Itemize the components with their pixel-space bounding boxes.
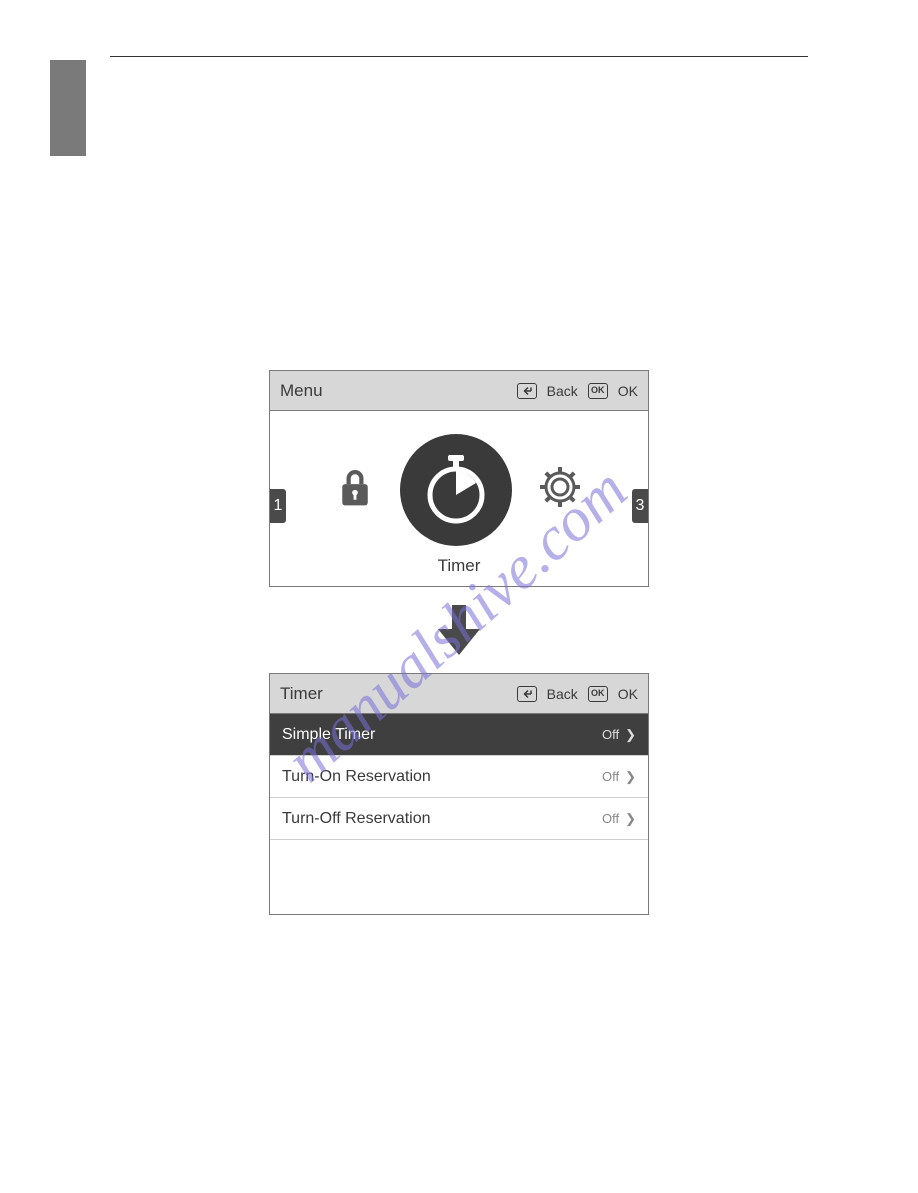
chevron-right-icon: ❯ (625, 769, 636, 785)
back-icon[interactable] (517, 383, 537, 399)
timer-panel-header: Timer Back OK OK (270, 674, 648, 714)
page-top-rule (110, 56, 808, 57)
list-item[interactable]: Turn-On Reservation Off ❯ (270, 756, 648, 798)
timer-header-actions: Back OK OK (517, 686, 638, 702)
back-icon[interactable] (517, 686, 537, 702)
content-area: Menu Back OK OK 1 3 (0, 370, 918, 915)
menu-selected-label: Timer (270, 556, 648, 576)
menu-panel-header: Menu Back OK OK (270, 371, 648, 411)
menu-body: 1 3 (270, 411, 648, 586)
menu-header-actions: Back OK OK (517, 383, 638, 399)
row-status: Off (602, 769, 619, 784)
back-label: Back (547, 686, 578, 702)
back-label: Back (547, 383, 578, 399)
row-status: Off (602, 727, 619, 742)
carousel-right-fragment: 3 (632, 489, 648, 523)
arrow-down-icon (438, 605, 480, 655)
chevron-right-icon: ❯ (625, 727, 636, 743)
row-label: Simple Timer (282, 726, 602, 744)
row-status: Off (602, 811, 619, 826)
ok-label: OK (618, 686, 638, 702)
ok-label: OK (618, 383, 638, 399)
ok-icon[interactable]: OK (588, 686, 608, 702)
menu-panel: Menu Back OK OK 1 3 (269, 370, 649, 587)
menu-title: Menu (280, 381, 517, 401)
side-tab (50, 60, 86, 156)
menu-carousel (338, 434, 580, 546)
list-item[interactable]: Simple Timer Off ❯ (270, 714, 648, 756)
row-label: Turn-Off Reservation (282, 810, 602, 828)
chevron-right-icon: ❯ (625, 811, 636, 827)
lock-icon[interactable] (338, 467, 372, 512)
timer-title: Timer (280, 684, 517, 704)
list-item[interactable]: Turn-Off Reservation Off ❯ (270, 798, 648, 840)
ok-icon[interactable]: OK (588, 383, 608, 399)
row-label: Turn-On Reservation (282, 768, 602, 786)
carousel-left-fragment: 1 (270, 489, 286, 523)
timer-icon-selected[interactable] (400, 434, 512, 546)
timer-body: Simple Timer Off ❯ Turn-On Reservation O… (270, 714, 648, 914)
gear-icon[interactable] (540, 467, 580, 512)
timer-panel: Timer Back OK OK Simple Timer Off ❯ Turn… (269, 673, 649, 915)
